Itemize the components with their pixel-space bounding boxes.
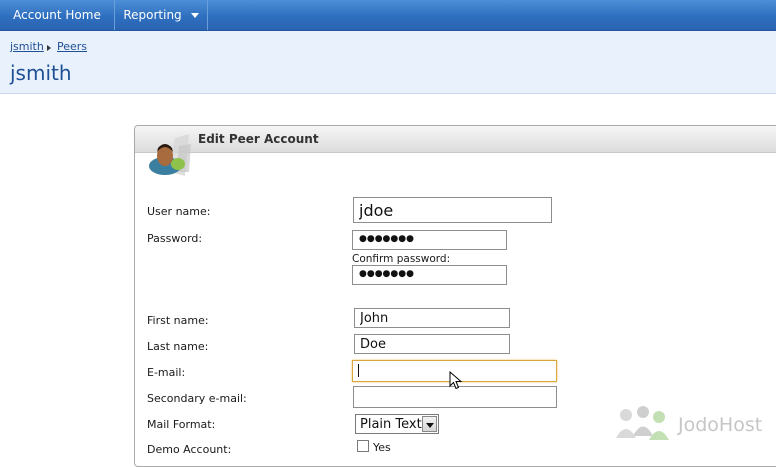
breadcrumb-link-jsmith[interactable]: jsmith — [10, 40, 44, 53]
mouse-pointer-icon — [449, 371, 463, 390]
nav-reporting-menu[interactable]: Reporting — [115, 0, 208, 30]
breadcrumb-arrow-icon — [47, 45, 51, 51]
first-name-input[interactable] — [354, 308, 510, 328]
mail-format-select[interactable]: Plain Text — [355, 414, 439, 434]
top-nav-bar: Account Home Reporting — [0, 0, 776, 31]
last-name-label: Last name: — [147, 340, 209, 353]
dropdown-arrow-icon[interactable] — [422, 416, 437, 432]
people-logo-icon — [616, 406, 669, 440]
password-label: Password: — [147, 232, 203, 245]
breadcrumb-link-peers[interactable]: Peers — [57, 40, 87, 53]
last-name-input[interactable] — [354, 334, 510, 354]
username-input[interactable] — [353, 197, 552, 223]
confirm-password-label: Confirm password: — [352, 253, 451, 265]
mail-format-label: Mail Format: — [147, 418, 216, 431]
page-header: jsmith Peers jsmith — [0, 31, 776, 94]
password-mask: ●●●●●●● — [359, 234, 414, 244]
first-name-label: First name: — [147, 314, 209, 327]
panel-title: Edit Peer Account — [198, 132, 319, 146]
panel-header: Edit Peer Account — [135, 126, 776, 153]
username-label: User name: — [147, 205, 211, 218]
demo-account-checkbox-label: Yes — [373, 441, 391, 454]
text-caret — [358, 364, 359, 377]
nav-reporting-label: Reporting — [123, 8, 182, 22]
email-label: E-mail: — [147, 366, 186, 379]
user-avatar-icon — [149, 134, 191, 176]
mail-format-value: Plain Text — [360, 417, 422, 432]
chevron-down-icon — [190, 13, 199, 18]
confirm-password-mask: ●●●●●●● — [359, 269, 414, 279]
nav-account-home-label: Account Home — [13, 8, 101, 22]
jodohost-watermark: JodoHost — [614, 404, 774, 442]
confirm-password-input[interactable]: ●●●●●●● — [352, 265, 507, 285]
nav-account-home[interactable]: Account Home — [0, 0, 115, 30]
watermark-text: JodoHost — [678, 414, 763, 436]
demo-account-checkbox[interactable] — [357, 440, 369, 452]
password-input[interactable]: ●●●●●●● — [352, 230, 507, 250]
secondary-email-label: Secondary e-mail: — [147, 392, 247, 405]
page-title: jsmith — [10, 61, 72, 85]
